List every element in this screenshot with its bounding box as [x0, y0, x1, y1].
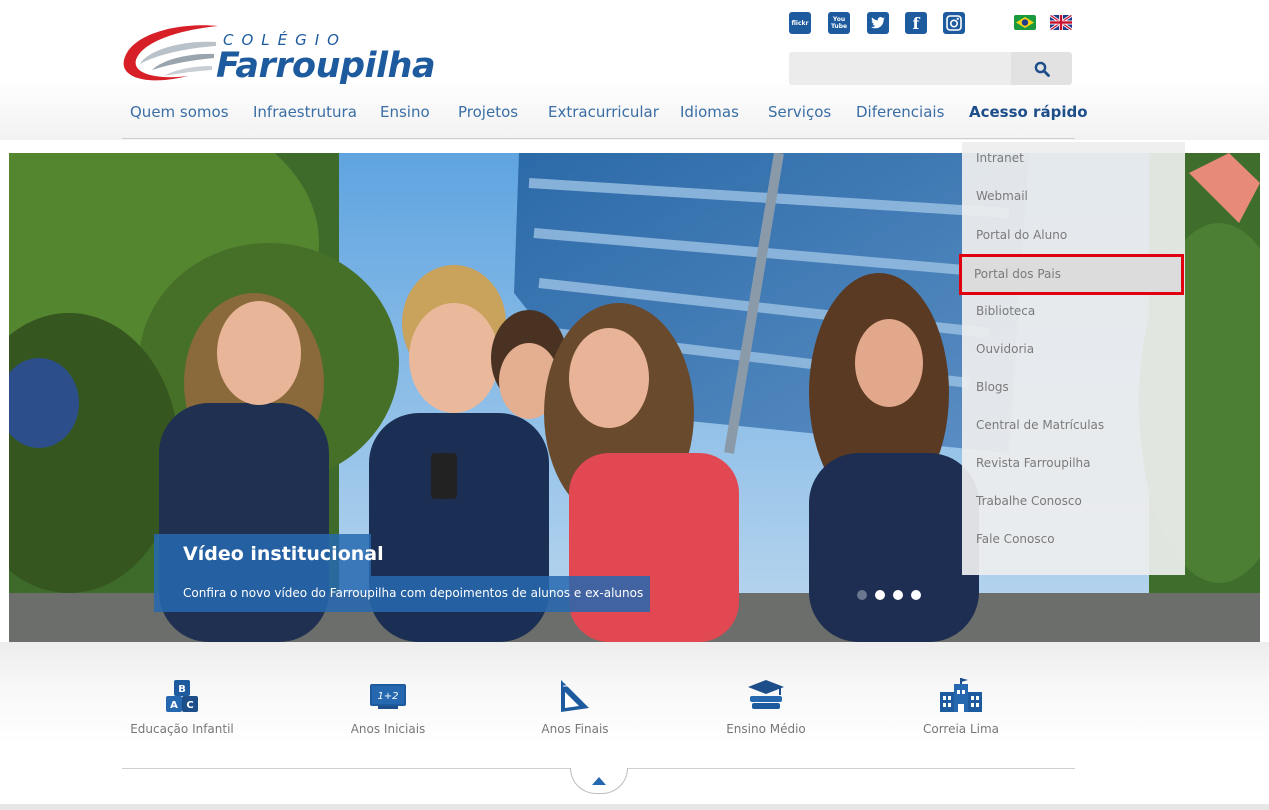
dropdown-item-portal-do-aluno[interactable]: Portal do Aluno: [962, 219, 1185, 251]
svg-text:A: A: [170, 700, 178, 711]
slider-dot-2[interactable]: [875, 590, 885, 600]
nav-servicos[interactable]: Serviços: [768, 103, 831, 121]
facebook-icon[interactable]: f: [905, 12, 927, 34]
brazil-flag-icon[interactable]: [1014, 15, 1036, 30]
search-input[interactable]: [789, 52, 1011, 85]
slider-dot-3[interactable]: [893, 590, 903, 600]
school-levels-section: B A C Educação Infantil 1+2 Anos Iniciai…: [0, 642, 1269, 810]
uk-flag-icon[interactable]: [1050, 15, 1072, 30]
collapse-toggle[interactable]: [570, 768, 628, 794]
nav-acesso-rapido[interactable]: Acesso rápido: [969, 103, 1088, 121]
instagram-icon[interactable]: [943, 12, 965, 34]
slider-dot-1[interactable]: [857, 590, 867, 600]
dropdown-item-fale-conosco[interactable]: Fale Conosco: [962, 523, 1185, 555]
dropdown-item-trabalhe-conosco[interactable]: Trabalhe Conosco: [962, 485, 1185, 517]
youtube-icon[interactable]: You Tube: [828, 12, 850, 34]
dropdown-item-portal-dos-pais[interactable]: Portal dos Pais: [959, 254, 1184, 295]
nav-ensino[interactable]: Ensino: [380, 103, 430, 121]
footer-strip: [0, 804, 1269, 810]
flickr-icon[interactable]: flickr: [789, 12, 811, 34]
hero-title: Vídeo institucional: [183, 543, 384, 565]
level-anos-iniciais[interactable]: 1+2 Anos Iniciais: [318, 678, 458, 736]
chalkboard-text: 1+2: [377, 691, 398, 702]
dropdown-item-biblioteca[interactable]: Biblioteca: [962, 295, 1185, 327]
chevron-up-icon: [592, 776, 606, 785]
nav-quem-somos[interactable]: Quem somos: [130, 103, 229, 121]
level-label: Correia Lima: [922, 722, 1000, 736]
level-ensino-medio[interactable]: Ensino Médio: [696, 678, 836, 736]
search-icon: [1034, 61, 1050, 77]
level-educacao-infantil[interactable]: B A C Educação Infantil: [112, 678, 252, 736]
slider-dot-4[interactable]: [911, 590, 921, 600]
search-box: [789, 52, 1072, 85]
level-label: Educação Infantil: [130, 722, 234, 736]
school-building-icon: [940, 678, 982, 712]
twitter-icon[interactable]: [867, 12, 889, 34]
hero-subtitle-bar: Confira o novo vídeo do Farroupilha com …: [154, 576, 650, 612]
books-graduation-icon: [748, 680, 784, 709]
youtube-label: You Tube: [831, 16, 848, 30]
acesso-rapido-dropdown: Intranet Webmail Portal do Aluno Portal …: [959, 142, 1185, 575]
flickr-label: flickr: [791, 19, 809, 27]
hero-subtitle: Confira o novo vídeo do Farroupilha com …: [183, 586, 644, 600]
dropdown-item-blogs[interactable]: Blogs: [962, 371, 1185, 403]
main-nav: Quem somos Infraestrutura Ensino Projeto…: [122, 103, 1088, 139]
level-label: Anos Finais: [541, 722, 609, 736]
facebook-label: f: [912, 13, 920, 33]
dropdown-item-webmail[interactable]: Webmail: [962, 180, 1185, 212]
nav-infraestrutura[interactable]: Infraestrutura: [253, 103, 357, 121]
dropdown-item-central-de-matriculas[interactable]: Central de Matrículas: [962, 409, 1185, 441]
nav-diferenciais[interactable]: Diferenciais: [856, 103, 944, 121]
dropdown-item-revista-farroupilha[interactable]: Revista Farroupilha: [962, 447, 1185, 479]
svg-text:C: C: [186, 700, 193, 711]
abc-blocks-icon: B A C: [166, 680, 198, 712]
header: COLÉGIO Farroupilha flickr You Tube f Qu…: [0, 0, 1269, 140]
chalkboard-icon: 1+2: [370, 684, 406, 709]
level-label: Ensino Médio: [726, 722, 806, 736]
dropdown-item-intranet[interactable]: Intranet: [962, 142, 1185, 174]
ruler-triangle-icon: [561, 680, 589, 712]
nav-projetos[interactable]: Projetos: [458, 103, 518, 121]
dropdown-item-ouvidoria[interactable]: Ouvidoria: [962, 333, 1185, 365]
level-label: Anos Iniciais: [350, 722, 426, 736]
logo-name: Farroupilha: [216, 46, 436, 86]
nav-idiomas[interactable]: Idiomas: [680, 103, 739, 121]
hero-title-bar: Vídeo institucional: [154, 534, 384, 576]
nav-extracurricular[interactable]: Extracurricular: [548, 103, 659, 121]
logo[interactable]: COLÉGIO Farroupilha: [118, 20, 458, 90]
svg-text:B: B: [178, 684, 186, 695]
level-correia-lima[interactable]: Correia Lima: [891, 678, 1031, 736]
level-anos-finais[interactable]: Anos Finais: [505, 678, 645, 736]
search-button[interactable]: [1011, 52, 1072, 85]
